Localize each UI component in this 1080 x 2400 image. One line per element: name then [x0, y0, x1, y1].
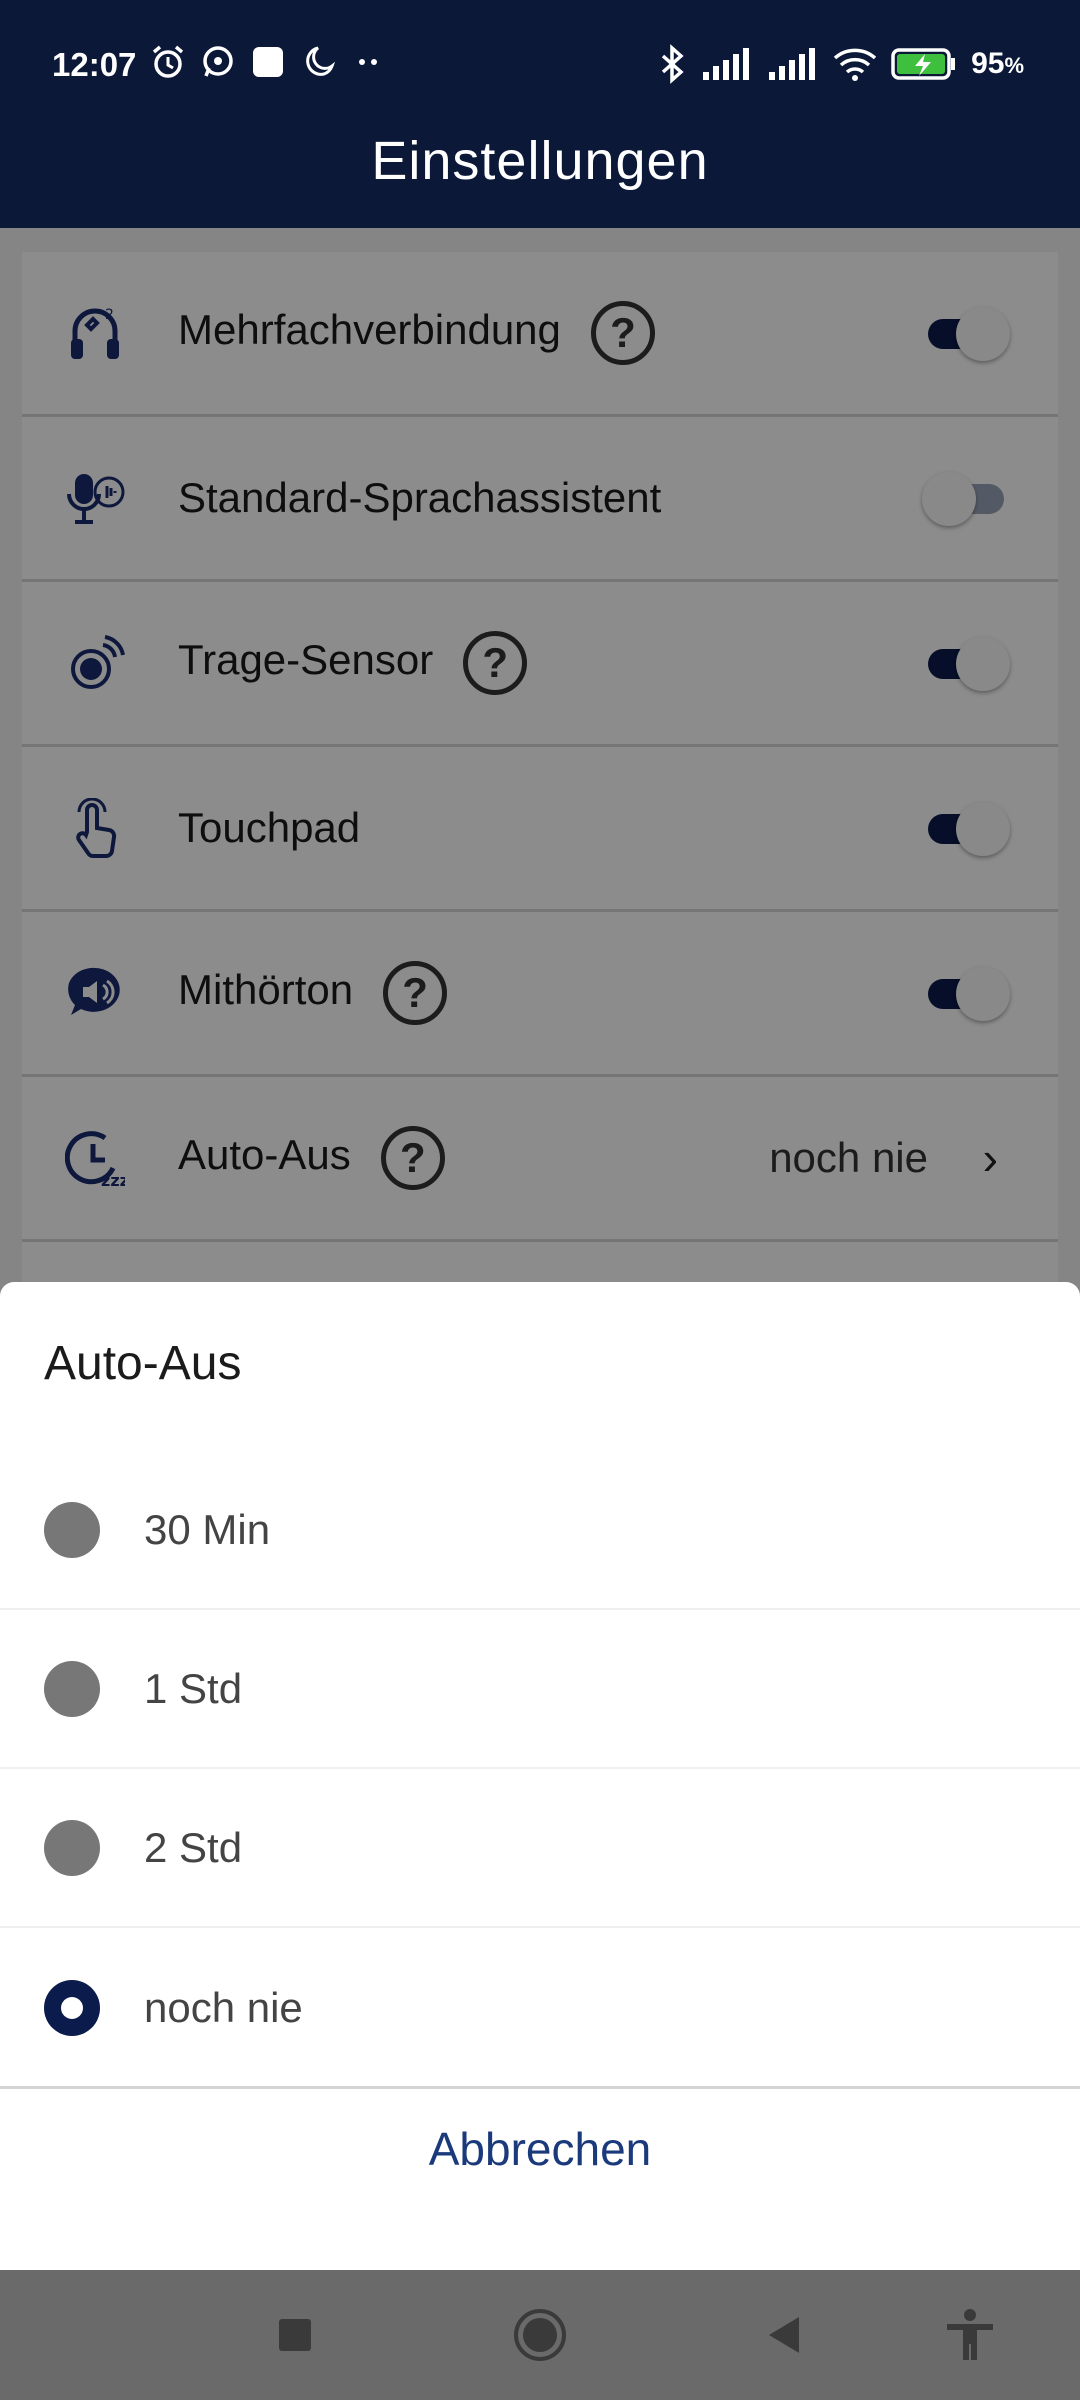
divider — [0, 2086, 1080, 2089]
option-label: 2 Std — [144, 1824, 243, 1871]
cancel-button[interactable]: Abbrechen — [0, 2122, 1080, 2176]
home-button[interactable] — [505, 2300, 575, 2370]
option-30-min[interactable]: 30 Min — [0, 1452, 1080, 1610]
square-icon — [279, 2319, 311, 2351]
status-time: 12:07 — [52, 46, 137, 83]
status-left-icons — [150, 44, 386, 80]
circle-icon — [514, 2309, 566, 2361]
signal-icon — [703, 48, 750, 80]
status-right-icons: 95% — [657, 44, 1024, 84]
signal-icon-2 — [769, 48, 816, 80]
accessibility-button[interactable] — [935, 2300, 1005, 2370]
alarm-icon — [152, 45, 184, 78]
battery-charging-icon — [891, 48, 956, 80]
accessibility-icon — [947, 2309, 993, 2360]
back-button[interactable] — [750, 2300, 820, 2370]
more-dots-icon — [359, 59, 377, 65]
system-navigation-bar — [0, 2270, 1080, 2400]
wifi-icon — [833, 48, 877, 81]
radio-button[interactable] — [44, 1820, 100, 1876]
huawei-app-icon — [253, 47, 283, 77]
option-2-std[interactable]: 2 Std — [0, 1770, 1080, 1928]
radio-button[interactable] — [44, 1661, 100, 1717]
moon-icon — [306, 46, 336, 76]
sheet-title: Auto-Aus — [44, 1337, 242, 1390]
recents-button[interactable] — [260, 2300, 330, 2370]
option-label: noch nie — [144, 1984, 303, 2031]
option-label: 30 Min — [144, 1506, 271, 1553]
radio-button-selected[interactable] — [44, 1980, 100, 2036]
option-1-std[interactable]: 1 Std — [0, 1611, 1080, 1769]
option-noch-nie[interactable]: noch nie — [0, 1929, 1080, 2087]
app-header: 12:07 95% Einstellungen — [0, 0, 1080, 228]
whatsapp-icon — [203, 46, 233, 77]
radio-button[interactable] — [44, 1502, 100, 1558]
option-label: 1 Std — [144, 1665, 243, 1712]
bluetooth-icon — [661, 44, 684, 84]
battery-percent: 95% — [971, 47, 1024, 80]
page-title: Einstellungen — [371, 131, 709, 191]
auto-off-bottom-sheet: Auto-Aus 30 Min 1 Std 2 Std noch nie Abb… — [0, 1282, 1080, 2270]
status-bar: 12:07 95% — [0, 0, 1080, 130]
back-triangle-icon — [769, 2317, 799, 2353]
